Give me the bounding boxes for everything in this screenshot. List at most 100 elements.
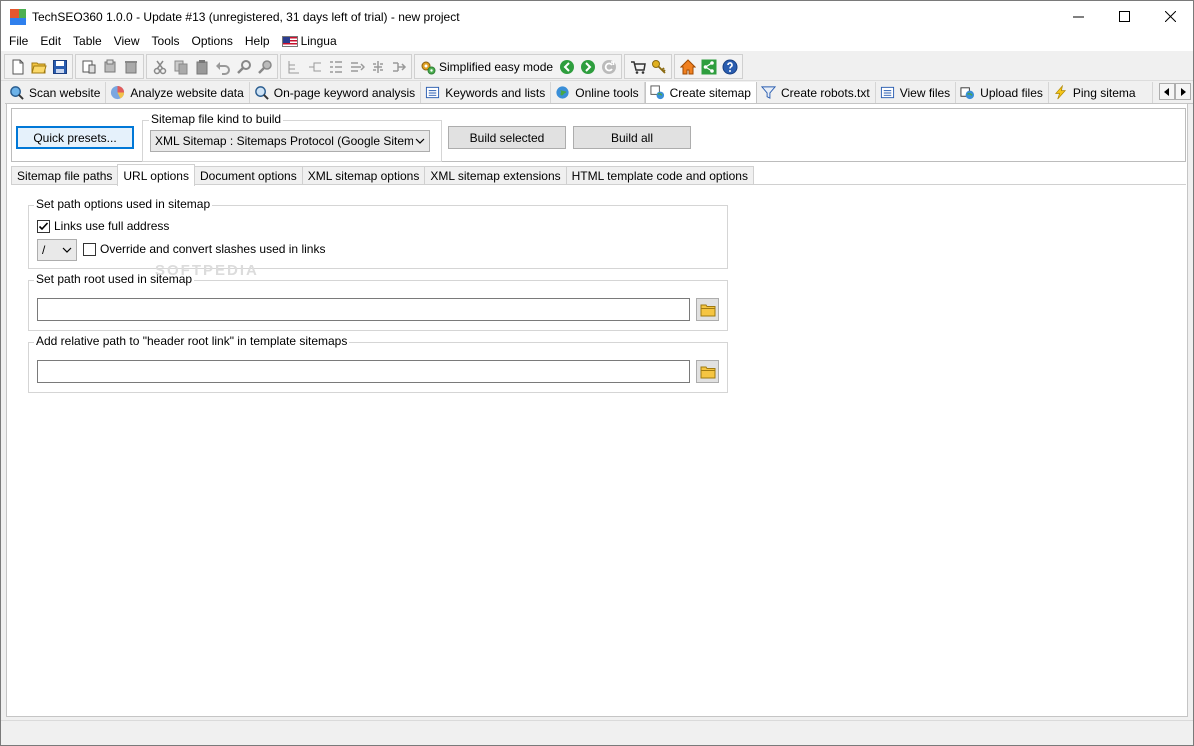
help-button[interactable] bbox=[719, 56, 740, 78]
app-window: TechSEO360 1.0.0 - Update #13 (unregiste… bbox=[0, 0, 1194, 746]
import-data-button[interactable] bbox=[78, 56, 99, 78]
toolbar-edit-group bbox=[146, 54, 278, 79]
tree-merge-button[interactable] bbox=[388, 56, 409, 78]
new-project-button[interactable] bbox=[7, 56, 28, 78]
export-data-button[interactable] bbox=[99, 56, 120, 78]
tab-online-tools[interactable]: Online tools bbox=[551, 82, 645, 103]
tab-create-robots-txt[interactable]: Create robots.txt bbox=[756, 82, 876, 103]
menu-view[interactable]: View bbox=[108, 32, 146, 51]
arrow-left-icon bbox=[1164, 87, 1169, 96]
menu-lingua-label: Lingua bbox=[300, 34, 337, 48]
clear-data-button[interactable] bbox=[120, 56, 141, 78]
menu-edit[interactable]: Edit bbox=[34, 32, 67, 51]
magnifier-icon bbox=[254, 86, 269, 100]
quick-presets-button[interactable]: Quick presets... bbox=[16, 126, 134, 149]
tab-upload-files[interactable]: Upload files bbox=[956, 82, 1049, 103]
menu-tools[interactable]: Tools bbox=[146, 32, 186, 51]
tab-scan-website-label: Scan website bbox=[29, 85, 101, 100]
open-project-button[interactable] bbox=[28, 56, 49, 78]
override-slashes-label: Override and convert slashes used in lin… bbox=[100, 242, 326, 256]
window-title: TechSEO360 1.0.0 - Update #13 (unregiste… bbox=[32, 9, 460, 24]
maximize-button[interactable] bbox=[1101, 1, 1147, 32]
chevron-down-icon bbox=[62, 247, 72, 253]
path-options-group: Set path options used in sitemap Links u… bbox=[28, 197, 728, 269]
homepage-button[interactable] bbox=[677, 56, 698, 78]
minimize-button[interactable] bbox=[1055, 1, 1101, 32]
tab-scroll-right-button[interactable] bbox=[1175, 83, 1191, 100]
forward-button[interactable] bbox=[577, 56, 598, 78]
find-button[interactable] bbox=[233, 56, 254, 78]
refresh-icon bbox=[601, 59, 616, 74]
relative-path-input[interactable] bbox=[37, 360, 690, 383]
slash-select[interactable]: / bbox=[37, 239, 77, 261]
tab-online-tools-label: Online tools bbox=[575, 85, 639, 100]
relative-path-browse-button[interactable] bbox=[696, 360, 719, 383]
sitemap-kind-legend: Sitemap file kind to build bbox=[149, 112, 284, 126]
links-full-address-checkbox[interactable] bbox=[37, 219, 50, 233]
tree-select-button[interactable] bbox=[325, 56, 346, 78]
menu-lingua[interactable]: Lingua bbox=[276, 32, 343, 51]
register-button[interactable] bbox=[648, 56, 669, 78]
cut-button[interactable] bbox=[149, 56, 170, 78]
path-root-browse-button[interactable] bbox=[696, 298, 719, 321]
tree-merge-icon bbox=[392, 61, 406, 72]
tab-keywords-and-lists-label: Keywords and lists bbox=[445, 85, 546, 100]
build-selected-button[interactable]: Build selected bbox=[448, 126, 566, 149]
links-full-address-row[interactable]: Links use full address bbox=[37, 219, 169, 233]
save-project-button[interactable] bbox=[49, 56, 70, 78]
tree-split-button[interactable] bbox=[367, 56, 388, 78]
subtab-xml-sitemap-options[interactable]: XML sitemap options bbox=[301, 166, 426, 185]
menu-file[interactable]: File bbox=[3, 32, 34, 51]
subtab-url-options[interactable]: URL options bbox=[117, 164, 195, 186]
help-question-icon bbox=[722, 59, 738, 74]
path-root-input[interactable] bbox=[37, 298, 690, 321]
back-button[interactable] bbox=[556, 56, 577, 78]
title-bar[interactable]: TechSEO360 1.0.0 - Update #13 (unregiste… bbox=[1, 1, 1193, 32]
toolbar-shop-group bbox=[624, 54, 673, 79]
forward-arrow-icon bbox=[580, 59, 595, 74]
paste-button[interactable] bbox=[191, 56, 212, 78]
tab-onpage-keyword-analysis-label: On-page keyword analysis bbox=[273, 85, 416, 100]
buy-button[interactable] bbox=[627, 56, 648, 78]
subtab-document-options[interactable]: Document options bbox=[193, 166, 303, 185]
sitemap-kind-select[interactable]: XML Sitemap : Sitemaps Protocol (Google … bbox=[150, 130, 430, 152]
tab-view-files[interactable]: View files bbox=[875, 82, 957, 103]
tab-onpage-keyword-analysis[interactable]: On-page keyword analysis bbox=[249, 82, 422, 103]
tab-ping-sitemaps-label: Ping sitema bbox=[1072, 85, 1136, 100]
override-slashes-checkbox[interactable] bbox=[83, 242, 96, 256]
menu-table[interactable]: Table bbox=[67, 32, 108, 51]
tab-analyze-website-data[interactable]: Analyze website data bbox=[106, 82, 250, 103]
tab-scan-website[interactable]: Scan website bbox=[5, 82, 107, 103]
tab-create-sitemap[interactable]: Create sitemap bbox=[644, 82, 757, 103]
subtab-xml-sitemap-extensions[interactable]: XML sitemap extensions bbox=[424, 166, 567, 185]
path-root-group: Set path root used in sitemap bbox=[28, 272, 728, 331]
filter-icon bbox=[760, 86, 776, 99]
upload-globe-icon bbox=[960, 87, 975, 100]
tab-upload-files-label: Upload files bbox=[980, 85, 1043, 100]
tab-keywords-and-lists[interactable]: Keywords and lists bbox=[421, 82, 552, 103]
override-slashes-row[interactable]: Override and convert slashes used in lin… bbox=[83, 242, 325, 256]
paste-icon bbox=[196, 59, 207, 74]
tab-scroll-left-button[interactable] bbox=[1159, 83, 1175, 100]
tab-ping-sitemaps[interactable]: Ping sitema bbox=[1048, 82, 1153, 103]
undo-arrow-icon bbox=[215, 61, 230, 75]
refresh-button[interactable] bbox=[598, 56, 619, 78]
save-disk-icon bbox=[52, 59, 67, 74]
tree-expand-button[interactable] bbox=[283, 56, 304, 78]
folder-icon bbox=[700, 366, 715, 378]
tree-move-right-button[interactable] bbox=[346, 56, 367, 78]
simplified-mode-button[interactable]: Simplified easy mode bbox=[417, 56, 556, 78]
subtab-html-template-code[interactable]: HTML template code and options bbox=[565, 166, 754, 185]
close-button[interactable] bbox=[1147, 1, 1193, 32]
subtab-sitemap-file-paths[interactable]: Sitemap file paths bbox=[11, 166, 119, 185]
menu-options[interactable]: Options bbox=[186, 32, 239, 51]
copy-button[interactable] bbox=[170, 56, 191, 78]
share-button[interactable] bbox=[698, 56, 719, 78]
sitemap-sub-tabs: Sitemap file paths URL options Document … bbox=[11, 164, 1186, 186]
list-icon bbox=[426, 86, 440, 99]
tree-collapse-button[interactable] bbox=[304, 56, 325, 78]
build-all-button[interactable]: Build all bbox=[573, 126, 691, 149]
replace-button[interactable] bbox=[254, 56, 275, 78]
undo-button[interactable] bbox=[212, 56, 233, 78]
menu-help[interactable]: Help bbox=[239, 32, 276, 51]
